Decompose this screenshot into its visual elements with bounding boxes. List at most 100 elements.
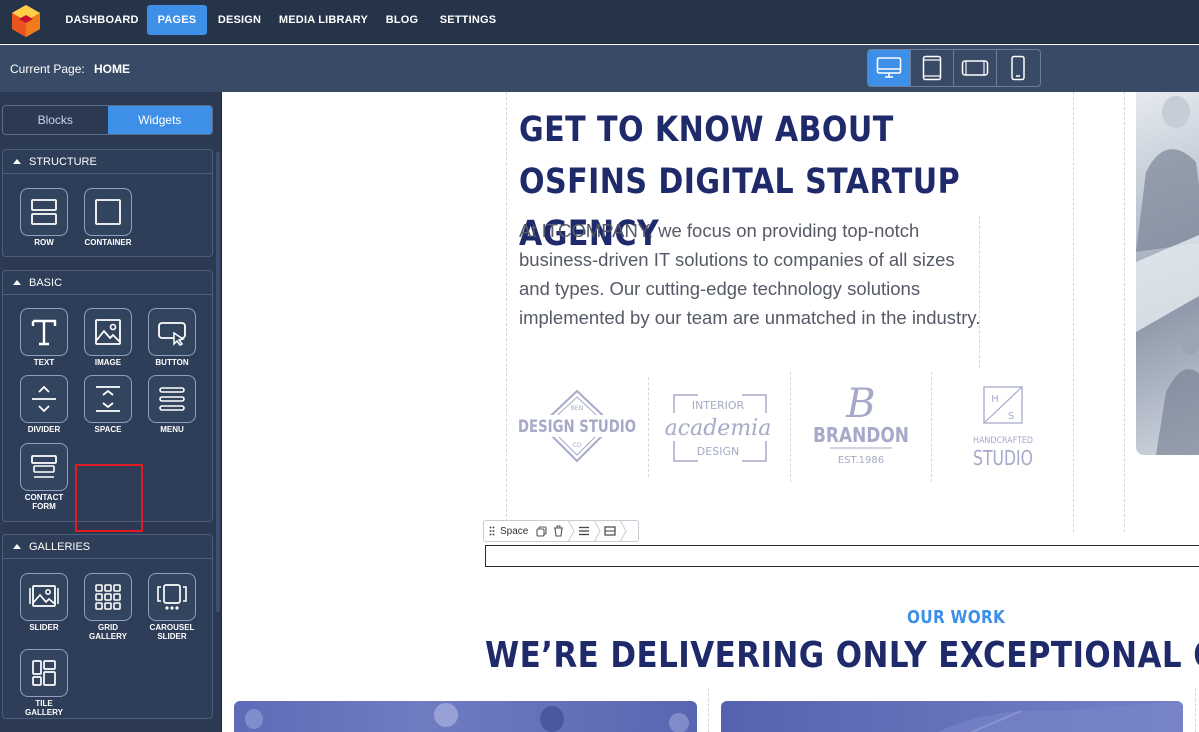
- current-page-value[interactable]: HOME: [94, 62, 130, 76]
- panel-title: STRUCTURE: [29, 155, 97, 168]
- logo-text: INTERIOR: [692, 399, 745, 412]
- work-image-2-art: [938, 701, 1183, 732]
- widget-tile-gallery[interactable]: TILE GALLERY: [16, 649, 72, 717]
- widget-grid-gallery[interactable]: GRID GALLERY: [80, 573, 136, 641]
- logo-text: BEN: [571, 405, 583, 412]
- panel-galleries-header[interactable]: GALLERIES: [3, 535, 212, 559]
- about-paragraph[interactable]: At ITCOMPANY, we focus on providing top-…: [519, 216, 989, 332]
- column-guide: [790, 372, 791, 482]
- widget-label: MENU: [160, 425, 184, 434]
- widget-container[interactable]: CONTAINER: [80, 188, 136, 247]
- widget-label: TEXT: [33, 358, 55, 367]
- breadcrumb-chevron-icon: [567, 520, 575, 542]
- logo-text: STUDIO: [973, 446, 1033, 470]
- nav-pages[interactable]: PAGES: [147, 5, 207, 35]
- space-toolbar-label: Space: [500, 525, 529, 537]
- widget-contact-form[interactable]: CONTACT FORM: [16, 443, 72, 511]
- breadcrumb-chevron-icon: [593, 520, 601, 542]
- space-drag-handle[interactable]: Space: [484, 521, 533, 541]
- top-nav-bar: DASHBOARD PAGES DESIGN MEDIA LIBRARY BLO…: [0, 0, 1199, 44]
- logo-handcrafted-studio[interactable]: H S HANDCRAFTED STUDIO: [966, 377, 1040, 477]
- widget-sidebar: Blocks Widgets STRUCTURE ROW CONTAINER B…: [0, 92, 222, 732]
- panel-title: GALLERIES: [29, 540, 91, 553]
- column-guide: [506, 92, 507, 532]
- device-tablet-button[interactable]: [911, 50, 954, 86]
- widget-carousel-slider[interactable]: CAROUSEL SLIDER: [144, 573, 200, 641]
- tablet-icon: [922, 55, 942, 81]
- row-icon: [31, 199, 57, 225]
- panel-title: BASIC: [29, 276, 63, 289]
- logo-text: HANDCRAFTED: [973, 436, 1033, 446]
- menu-icon: [159, 387, 185, 411]
- widget-button[interactable]: BUTTON: [144, 308, 200, 367]
- menu-lines-icon: [579, 526, 590, 536]
- logo-design-studio[interactable]: BEN DESIGN STUDIO CO: [515, 377, 639, 477]
- tab-blocks[interactable]: Blocks: [3, 106, 108, 134]
- logo-text: CO: [573, 442, 582, 449]
- work-image-1[interactable]: [234, 701, 697, 732]
- logo-text: S: [1008, 411, 1014, 422]
- widget-label: SLIDER: [29, 623, 59, 632]
- widget-row[interactable]: ROW: [16, 188, 72, 247]
- widget-text[interactable]: TEXT: [16, 308, 72, 367]
- widget-label: CONTAINER: [84, 238, 132, 247]
- image-icon: [95, 319, 121, 345]
- space-delete-button[interactable]: [550, 521, 567, 541]
- contact-form-icon: [31, 455, 57, 478]
- logo-text: EST.1986: [838, 455, 884, 466]
- widget-label: BUTTON: [155, 358, 189, 367]
- panel-structure: STRUCTURE ROW CONTAINER: [2, 149, 213, 257]
- page-toolbar: Current Page: HOME: [0, 45, 1199, 92]
- widget-slider[interactable]: SLIDER: [16, 573, 72, 632]
- our-work-label[interactable]: OUR WORK: [907, 607, 1005, 628]
- column-guide: [931, 372, 932, 482]
- nav-settings[interactable]: SETTINGS: [434, 5, 502, 35]
- logo-brandon[interactable]: B BRANDON EST.1986: [808, 377, 914, 477]
- space-copy-button[interactable]: [533, 521, 550, 541]
- widget-menu[interactable]: MENU: [144, 375, 200, 434]
- page-canvas[interactable]: GET TO KNOW ABOUT OSFINS DIGITAL STARTUP…: [222, 92, 1199, 732]
- device-mobile-button[interactable]: [997, 50, 1040, 86]
- nav-media-library[interactable]: MEDIA LIBRARY: [276, 5, 371, 35]
- device-desktop-button[interactable]: [868, 50, 911, 86]
- widget-label: DIVIDER: [27, 425, 61, 434]
- work-image-2[interactable]: [721, 701, 1183, 732]
- nav-dashboard[interactable]: DASHBOARD: [62, 5, 142, 35]
- sidebar-scrollbar[interactable]: [216, 152, 220, 612]
- desktop-icon: [876, 57, 902, 78]
- tab-widgets[interactable]: Widgets: [107, 106, 212, 134]
- office-photo[interactable]: [1136, 92, 1199, 455]
- logo-text: H: [991, 394, 999, 405]
- copy-icon: [536, 525, 547, 537]
- tablet-landscape-icon: [961, 60, 989, 76]
- collapse-caret-icon: [13, 159, 21, 164]
- delivering-heading[interactable]: WE’RE DELIVERING ONLY EXCEPTIONAL QU: [485, 635, 1199, 676]
- tile-gallery-icon: [32, 660, 56, 686]
- current-page-label: Current Page:: [10, 62, 85, 76]
- column-guide: [1195, 688, 1196, 732]
- nav-blog[interactable]: BLOG: [380, 5, 424, 35]
- widget-space[interactable]: SPACE: [80, 375, 136, 434]
- nav-design[interactable]: DESIGN: [212, 5, 267, 35]
- widget-label: TILE GALLERY: [25, 699, 63, 717]
- column-guide: [1124, 92, 1125, 532]
- widget-label: SPACE: [94, 425, 122, 434]
- widget-image[interactable]: IMAGE: [80, 308, 136, 367]
- device-tablet-landscape-button[interactable]: [954, 50, 997, 86]
- panel-structure-header[interactable]: STRUCTURE: [3, 150, 212, 174]
- logo-interior-academia[interactable]: INTERIOR academia DESIGN: [662, 377, 774, 477]
- widget-divider[interactable]: DIVIDER: [16, 375, 72, 434]
- breadcrumb-chevron-icon: [619, 520, 627, 542]
- collapse-caret-icon: [13, 544, 21, 549]
- logo-text: BRANDON: [813, 423, 909, 447]
- app-logo-icon[interactable]: [9, 4, 43, 38]
- panel-basic-header[interactable]: BASIC: [3, 271, 212, 295]
- space-element[interactable]: [485, 545, 1199, 567]
- parent-row-button[interactable]: [575, 521, 593, 541]
- trash-icon: [554, 525, 564, 537]
- parent-container-button[interactable]: [601, 521, 619, 541]
- container-icon: [95, 199, 121, 225]
- space-element-toolbar: Space: [483, 520, 639, 542]
- slider-icon: [29, 585, 59, 607]
- widget-label: CAROUSEL SLIDER: [149, 623, 195, 641]
